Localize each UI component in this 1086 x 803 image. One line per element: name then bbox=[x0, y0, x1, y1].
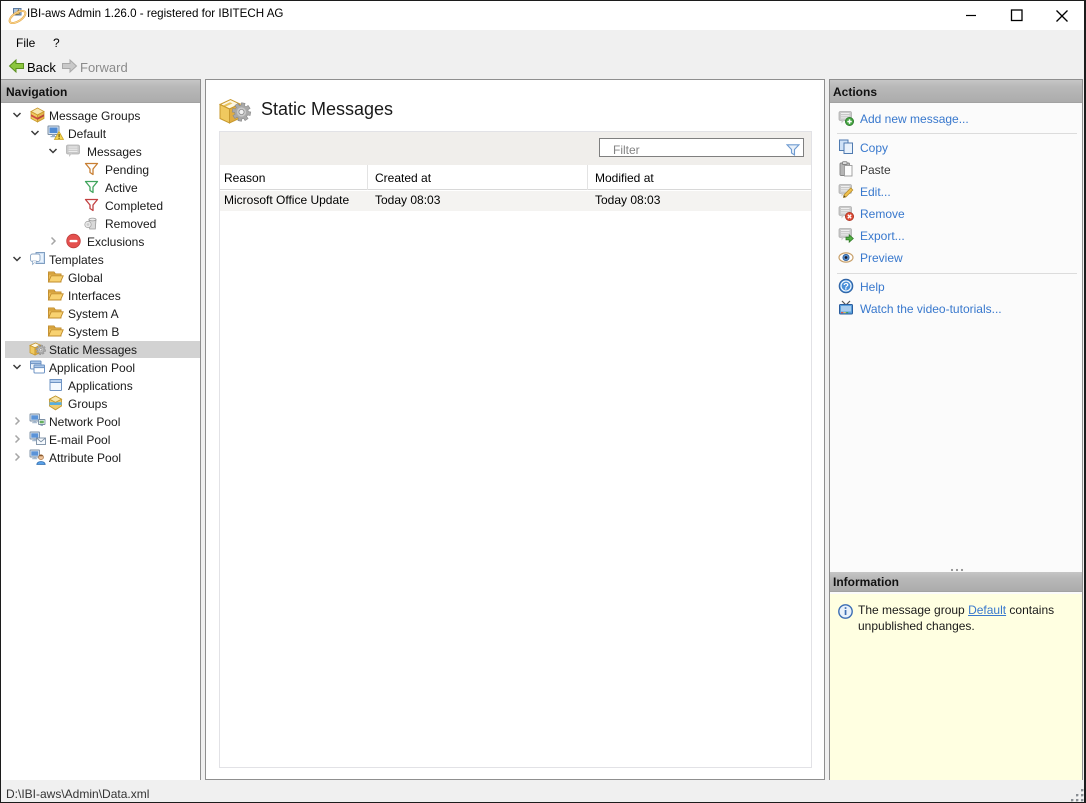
svg-text:?: ? bbox=[843, 281, 849, 292]
